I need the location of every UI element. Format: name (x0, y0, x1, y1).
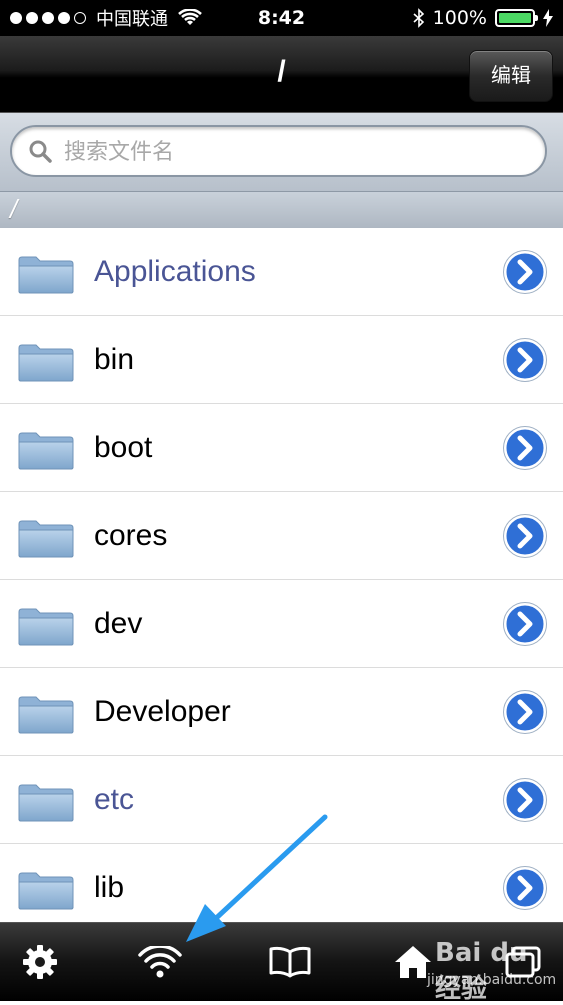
chevron-right-icon[interactable] (503, 426, 547, 470)
file-name: Developer (94, 695, 231, 728)
chevron-right-icon[interactable] (503, 514, 547, 558)
file-name: etc (94, 783, 135, 816)
bluetooth-icon (413, 8, 424, 28)
list-item[interactable]: Developer (0, 668, 563, 756)
folder-icon (18, 784, 74, 822)
chevron-right-icon[interactable] (503, 338, 547, 382)
search-bar (0, 113, 563, 192)
folder-icon (18, 344, 74, 382)
tab-home[interactable] (373, 923, 453, 1001)
tab-bar (0, 922, 563, 1001)
tab-windows[interactable] (483, 923, 563, 1001)
chevron-right-icon[interactable] (503, 690, 547, 734)
folder-icon (18, 608, 74, 646)
wifi-icon (138, 946, 182, 978)
chevron-right-icon[interactable] (503, 778, 547, 822)
folder-icon (18, 256, 74, 294)
file-name: lib (94, 871, 125, 904)
navigation-bar: / 编辑 (0, 36, 563, 113)
windows-icon (505, 946, 541, 978)
battery-icon (495, 9, 538, 27)
search-icon (29, 140, 52, 163)
folder-icon (18, 432, 74, 470)
file-name: boot (94, 431, 153, 464)
file-name: bin (94, 343, 135, 376)
tab-wifi[interactable] (120, 923, 200, 1001)
search-field[interactable] (10, 125, 547, 177)
list-item[interactable]: Applications (0, 228, 563, 316)
list-item[interactable]: boot (0, 404, 563, 492)
folder-icon (18, 696, 74, 734)
list-item[interactable]: etc (0, 756, 563, 844)
edit-button[interactable]: 编辑 (469, 50, 553, 102)
file-list: Applications bin boot cores dev Develope… (0, 228, 563, 922)
folder-icon (18, 872, 74, 910)
charging-icon (543, 9, 553, 27)
list-item[interactable]: lib (0, 844, 563, 922)
gear-icon (23, 945, 57, 979)
list-item[interactable]: cores (0, 492, 563, 580)
file-name: cores (94, 519, 168, 552)
current-path: / (0, 192, 563, 228)
file-name: Applications (94, 255, 256, 288)
battery-percent: 100% (432, 7, 487, 29)
folder-icon (18, 520, 74, 558)
book-icon (269, 946, 311, 978)
tab-settings[interactable] (0, 923, 80, 1001)
chevron-right-icon[interactable] (503, 602, 547, 646)
status-bar: 中国联通 8:42 100% (0, 0, 563, 36)
chevron-right-icon[interactable] (503, 866, 547, 910)
tab-bookmarks[interactable] (250, 923, 330, 1001)
status-right: 100% (413, 0, 553, 36)
file-name: dev (94, 607, 143, 640)
home-icon (395, 946, 431, 978)
list-item[interactable]: bin (0, 316, 563, 404)
list-item[interactable]: dev (0, 580, 563, 668)
search-input[interactable] (62, 133, 526, 171)
chevron-right-icon[interactable] (503, 250, 547, 294)
